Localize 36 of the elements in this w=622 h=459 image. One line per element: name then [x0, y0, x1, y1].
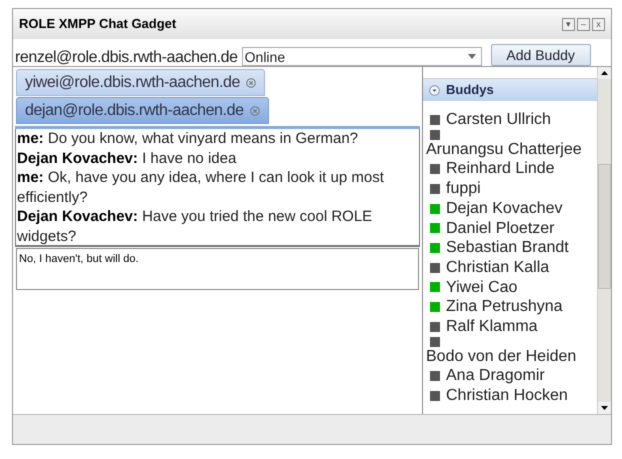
chat-message: me: Ok, have you any idea, where I can look it up most efficiently?	[17, 168, 385, 207]
window-control-button[interactable]: –	[577, 18, 590, 30]
window-title: ROLE XMPP Chat Gadget	[19, 15, 176, 34]
buddy-name[interactable]: Reinhard Linde	[446, 159, 555, 180]
add-buddy-button[interactable]: Add Buddy	[490, 44, 591, 66]
buddy-name[interactable]: Carsten Ullrich	[446, 110, 551, 130]
message-input-field[interactable]: No, I haven't, but will do.	[16, 248, 419, 290]
scroll-thumb[interactable]	[598, 164, 611, 289]
chat-message: Dejan Kovachev: Have you tried the new cool ROLE widgets?	[17, 207, 374, 245]
chat-message: me: Do you know, what vinyard means in German?	[17, 129, 360, 148]
status-select[interactable]: Online	[242, 47, 482, 66]
buddy-name[interactable]: Dejan Kovachev	[446, 198, 563, 219]
buddys-header[interactable]: Buddys	[423, 79, 597, 101]
scroll-down-icon[interactable]	[598, 402, 611, 414]
collapse-icon	[429, 84, 440, 96]
window-control-button[interactable]: x	[592, 18, 605, 30]
close-icon[interactable]	[250, 106, 260, 116]
scrollbar[interactable]	[597, 67, 611, 414]
chat-message: Dejan Kovachev: I have no idea	[17, 148, 238, 168]
buddy-name[interactable]: Arunangsu Chatterjee	[426, 140, 582, 160]
buddy-name[interactable]: Bodo von der Heiden	[426, 346, 576, 366]
buddy-name[interactable]: Sebastian Brandt	[446, 238, 569, 258]
close-icon[interactable]	[246, 78, 256, 88]
buddy-name[interactable]: Daniel Ploetzer	[446, 218, 554, 238]
buddy-name[interactable]: Yiwei Cao	[446, 278, 518, 298]
buddy-name[interactable]: Ralf Klamma	[446, 317, 538, 337]
window-control-button[interactable]: ▾	[562, 18, 575, 30]
buddy-name[interactable]: fuppi	[446, 179, 481, 199]
buddy-name[interactable]: Ana Dragomir	[446, 366, 545, 386]
chat-tab[interactable]: yiwei@role.dbis.rwth-aachen.de	[16, 69, 266, 96]
buddy-name[interactable]: Christian Hocken	[446, 386, 568, 406]
scroll-up-icon[interactable]	[598, 67, 611, 79]
buddy-name[interactable]: Christian Kalla	[446, 258, 550, 278]
account-label: renzel@role.dbis.rwth-aachen.de	[15, 50, 238, 66]
buddy-name[interactable]: Zina Petrushyna	[446, 297, 563, 318]
chat-tab[interactable]: dejan@role.dbis.rwth-aachen.de	[16, 97, 269, 124]
